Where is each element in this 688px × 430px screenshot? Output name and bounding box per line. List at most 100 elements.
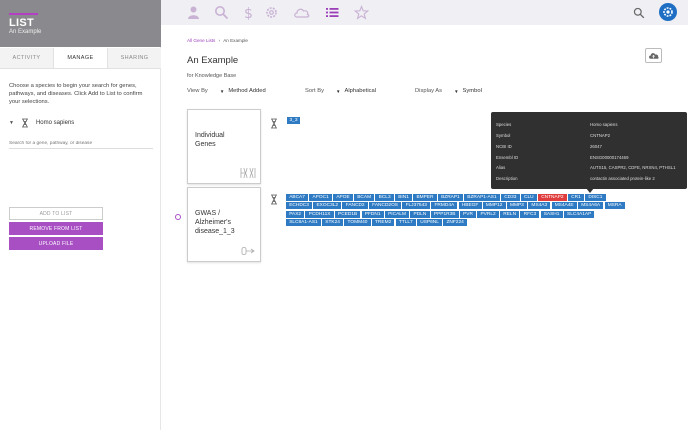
cloud-upload-button[interactable]: [645, 48, 662, 63]
tab-manage[interactable]: MANAGE: [53, 48, 108, 68]
gene-chip[interactable]: PICALM: [384, 210, 410, 218]
gene-chip[interactable]: PCED1B: [334, 210, 361, 218]
breadcrumb-current: An Example: [223, 38, 248, 43]
gene-chip[interactable]: BCAM: [354, 194, 375, 201]
gene-chip[interactable]: CLU: [520, 194, 537, 201]
gene-chip[interactable]: MS4A4E: [551, 202, 577, 210]
dollar-icon[interactable]: $: [241, 5, 256, 22]
gene-grid: ABCA7 APOC1 APOE BCAM BCL3 BIN1 BMPER BZRAP1 BZR…: [286, 194, 626, 227]
display-as-label: Display As: [415, 88, 443, 94]
gene-chip[interactable]: SLC8A1-AS1: [286, 218, 321, 226]
sort-by-control: Sort By ▼ Alphabetical: [305, 88, 376, 94]
gene-chip[interactable]: RELN: [500, 210, 520, 218]
view-by-dropdown[interactable]: ▼ Method Added: [220, 88, 266, 94]
gene-chip[interactable]: 3_3: [287, 117, 301, 124]
list-icon[interactable]: [325, 5, 340, 20]
gene-chip[interactable]: FRMD4A: [431, 202, 458, 210]
gene-chip[interactable]: PFDN1: [361, 210, 384, 218]
gene-chip[interactable]: HBEGF: [458, 202, 482, 210]
gene-chip[interactable]: MMP3: [506, 202, 528, 210]
gene-chip[interactable]: FANCD2OS: [368, 202, 402, 210]
caret-down-icon: ▼: [336, 88, 341, 94]
tooltip-value: Homo sapiens: [590, 122, 618, 127]
cloud-icon[interactable]: [293, 5, 310, 20]
gene-chip[interactable]: FLJ37543: [402, 202, 431, 210]
gene-chip[interactable]: PAX2: [286, 210, 305, 218]
gene-chip[interactable]: PVR: [459, 210, 477, 218]
gene-chip[interactable]: MMP12: [482, 202, 506, 210]
species-selector[interactable]: ▼ Homo sapiens: [9, 118, 74, 128]
tooltip-key: Alias: [496, 165, 506, 170]
gene-chip[interactable]: BZRAP1-AS1: [464, 194, 500, 201]
gear-icon[interactable]: [264, 5, 279, 20]
gene-chip[interactable]: APOC1: [309, 194, 332, 201]
user-icon[interactable]: [186, 5, 201, 20]
gene-chip[interactable]: APOE: [333, 194, 353, 201]
breadcrumb: All Gene Lists › An Example: [187, 38, 248, 43]
gene-chip[interactable]: STK24: [322, 218, 344, 226]
gene-chip[interactable]: RFC3: [520, 210, 540, 218]
gene-chip[interactable]: PDLN: [410, 210, 430, 218]
gene-chip[interactable]: DISC1: [585, 194, 606, 201]
gene-chip[interactable]: EXOC3L2: [313, 202, 342, 210]
tooltip-key: NCBI ID: [496, 144, 512, 149]
tab-activity[interactable]: ACTIVITY: [0, 48, 53, 68]
view-by-value: Method Added: [228, 88, 266, 94]
gene-chip[interactable]: MSRA: [604, 202, 625, 210]
gene-chip[interactable]: TREM2: [371, 218, 395, 226]
individual-genes-card[interactable]: Individual Genes: [187, 109, 261, 184]
gene-chip[interactable]: ABCA7: [286, 194, 309, 201]
breadcrumb-all-lists-link[interactable]: All Gene Lists: [187, 38, 215, 43]
gene-chip[interactable]: USP6NL: [417, 218, 443, 226]
species-label: Homo sapiens: [35, 120, 75, 126]
page-subtitle: for Knowledge Base: [187, 73, 237, 79]
add-to-list-button[interactable]: ADD TO LIST: [9, 207, 103, 220]
top-navigation-bar: $: [161, 0, 688, 25]
gene-chip[interactable]: CD33: [501, 194, 520, 201]
sort-by-dropdown[interactable]: ▼ Alphabetical: [336, 88, 376, 94]
gene-chip[interactable]: BMPER: [413, 194, 437, 201]
gene-chip[interactable]: TOMM40: [344, 218, 371, 226]
gene-chip[interactable]: CR1: [567, 194, 584, 201]
tooltip-key: Species: [496, 122, 512, 127]
global-search-icon[interactable]: [633, 6, 645, 19]
sidebar-header: LIST An Example: [0, 0, 161, 47]
upload-file-button[interactable]: UPLOAD FILE: [9, 237, 103, 250]
gene-chip[interactable]: BCL3: [375, 194, 394, 201]
display-as-value: Symbol: [462, 88, 482, 94]
gene-search-input[interactable]: [9, 139, 153, 149]
tab-sharing[interactable]: SHARING: [108, 48, 161, 68]
gene-chip[interactable]: MS4A3: [528, 202, 551, 210]
card-title: GWAS / Alzheimer's disease_1_3: [195, 210, 235, 235]
search-icon[interactable]: [214, 5, 229, 20]
tooltip-value: 26047: [590, 144, 602, 149]
gene-chip[interactable]: PCDH11X: [305, 210, 334, 218]
caret-down-icon: ▼: [219, 88, 225, 94]
gene-chip[interactable]: ECHDC3: [286, 202, 313, 210]
gene-chip-selected[interactable]: CNTNAP2: [538, 194, 567, 201]
gene-chip[interactable]: PVRL2: [477, 210, 499, 218]
gene-chip[interactable]: FANCD2: [342, 202, 368, 210]
list-subtitle: An Example: [9, 29, 42, 35]
gene-chip[interactable]: ZNF224: [443, 218, 467, 226]
sort-by-value: Alphabetical: [344, 88, 377, 94]
gene-group-icon: [240, 167, 256, 179]
display-as-dropdown[interactable]: ▼ Symbol: [454, 88, 482, 94]
view-by-control: View By ▼ Method Added: [187, 88, 266, 94]
tooltip-value: contactin associated protein-like 2: [590, 176, 655, 181]
gene-chip[interactable]: BZRAP1: [437, 194, 463, 201]
remove-from-list-button[interactable]: REMOVE FROM LIST: [9, 222, 103, 235]
card-title: Individual Genes: [195, 132, 225, 148]
gene-chip[interactable]: TTLL7: [395, 218, 416, 226]
gwas-card[interactable]: GWAS / Alzheimer's disease_1_3: [187, 187, 261, 262]
gene-chip[interactable]: PPP1R3B: [430, 210, 459, 218]
gene-chip[interactable]: SLC4A1AP: [563, 210, 595, 218]
star-icon[interactable]: [353, 5, 370, 20]
gene-chip[interactable]: SASH1: [540, 210, 563, 218]
collapse-toggle-icon[interactable]: [175, 214, 181, 220]
tooltip-value: AUTS15, CASPR2, CDFE, NRXN4, PTHSL1: [590, 165, 676, 170]
profile-icon[interactable]: [659, 3, 677, 21]
gene-chip[interactable]: MS4A6A: [578, 202, 604, 210]
gene-chip[interactable]: BIN1: [395, 194, 413, 201]
gene-info-tooltip: Species Homo sapiens Symbol CNTNAP2 NCBI…: [491, 112, 687, 193]
